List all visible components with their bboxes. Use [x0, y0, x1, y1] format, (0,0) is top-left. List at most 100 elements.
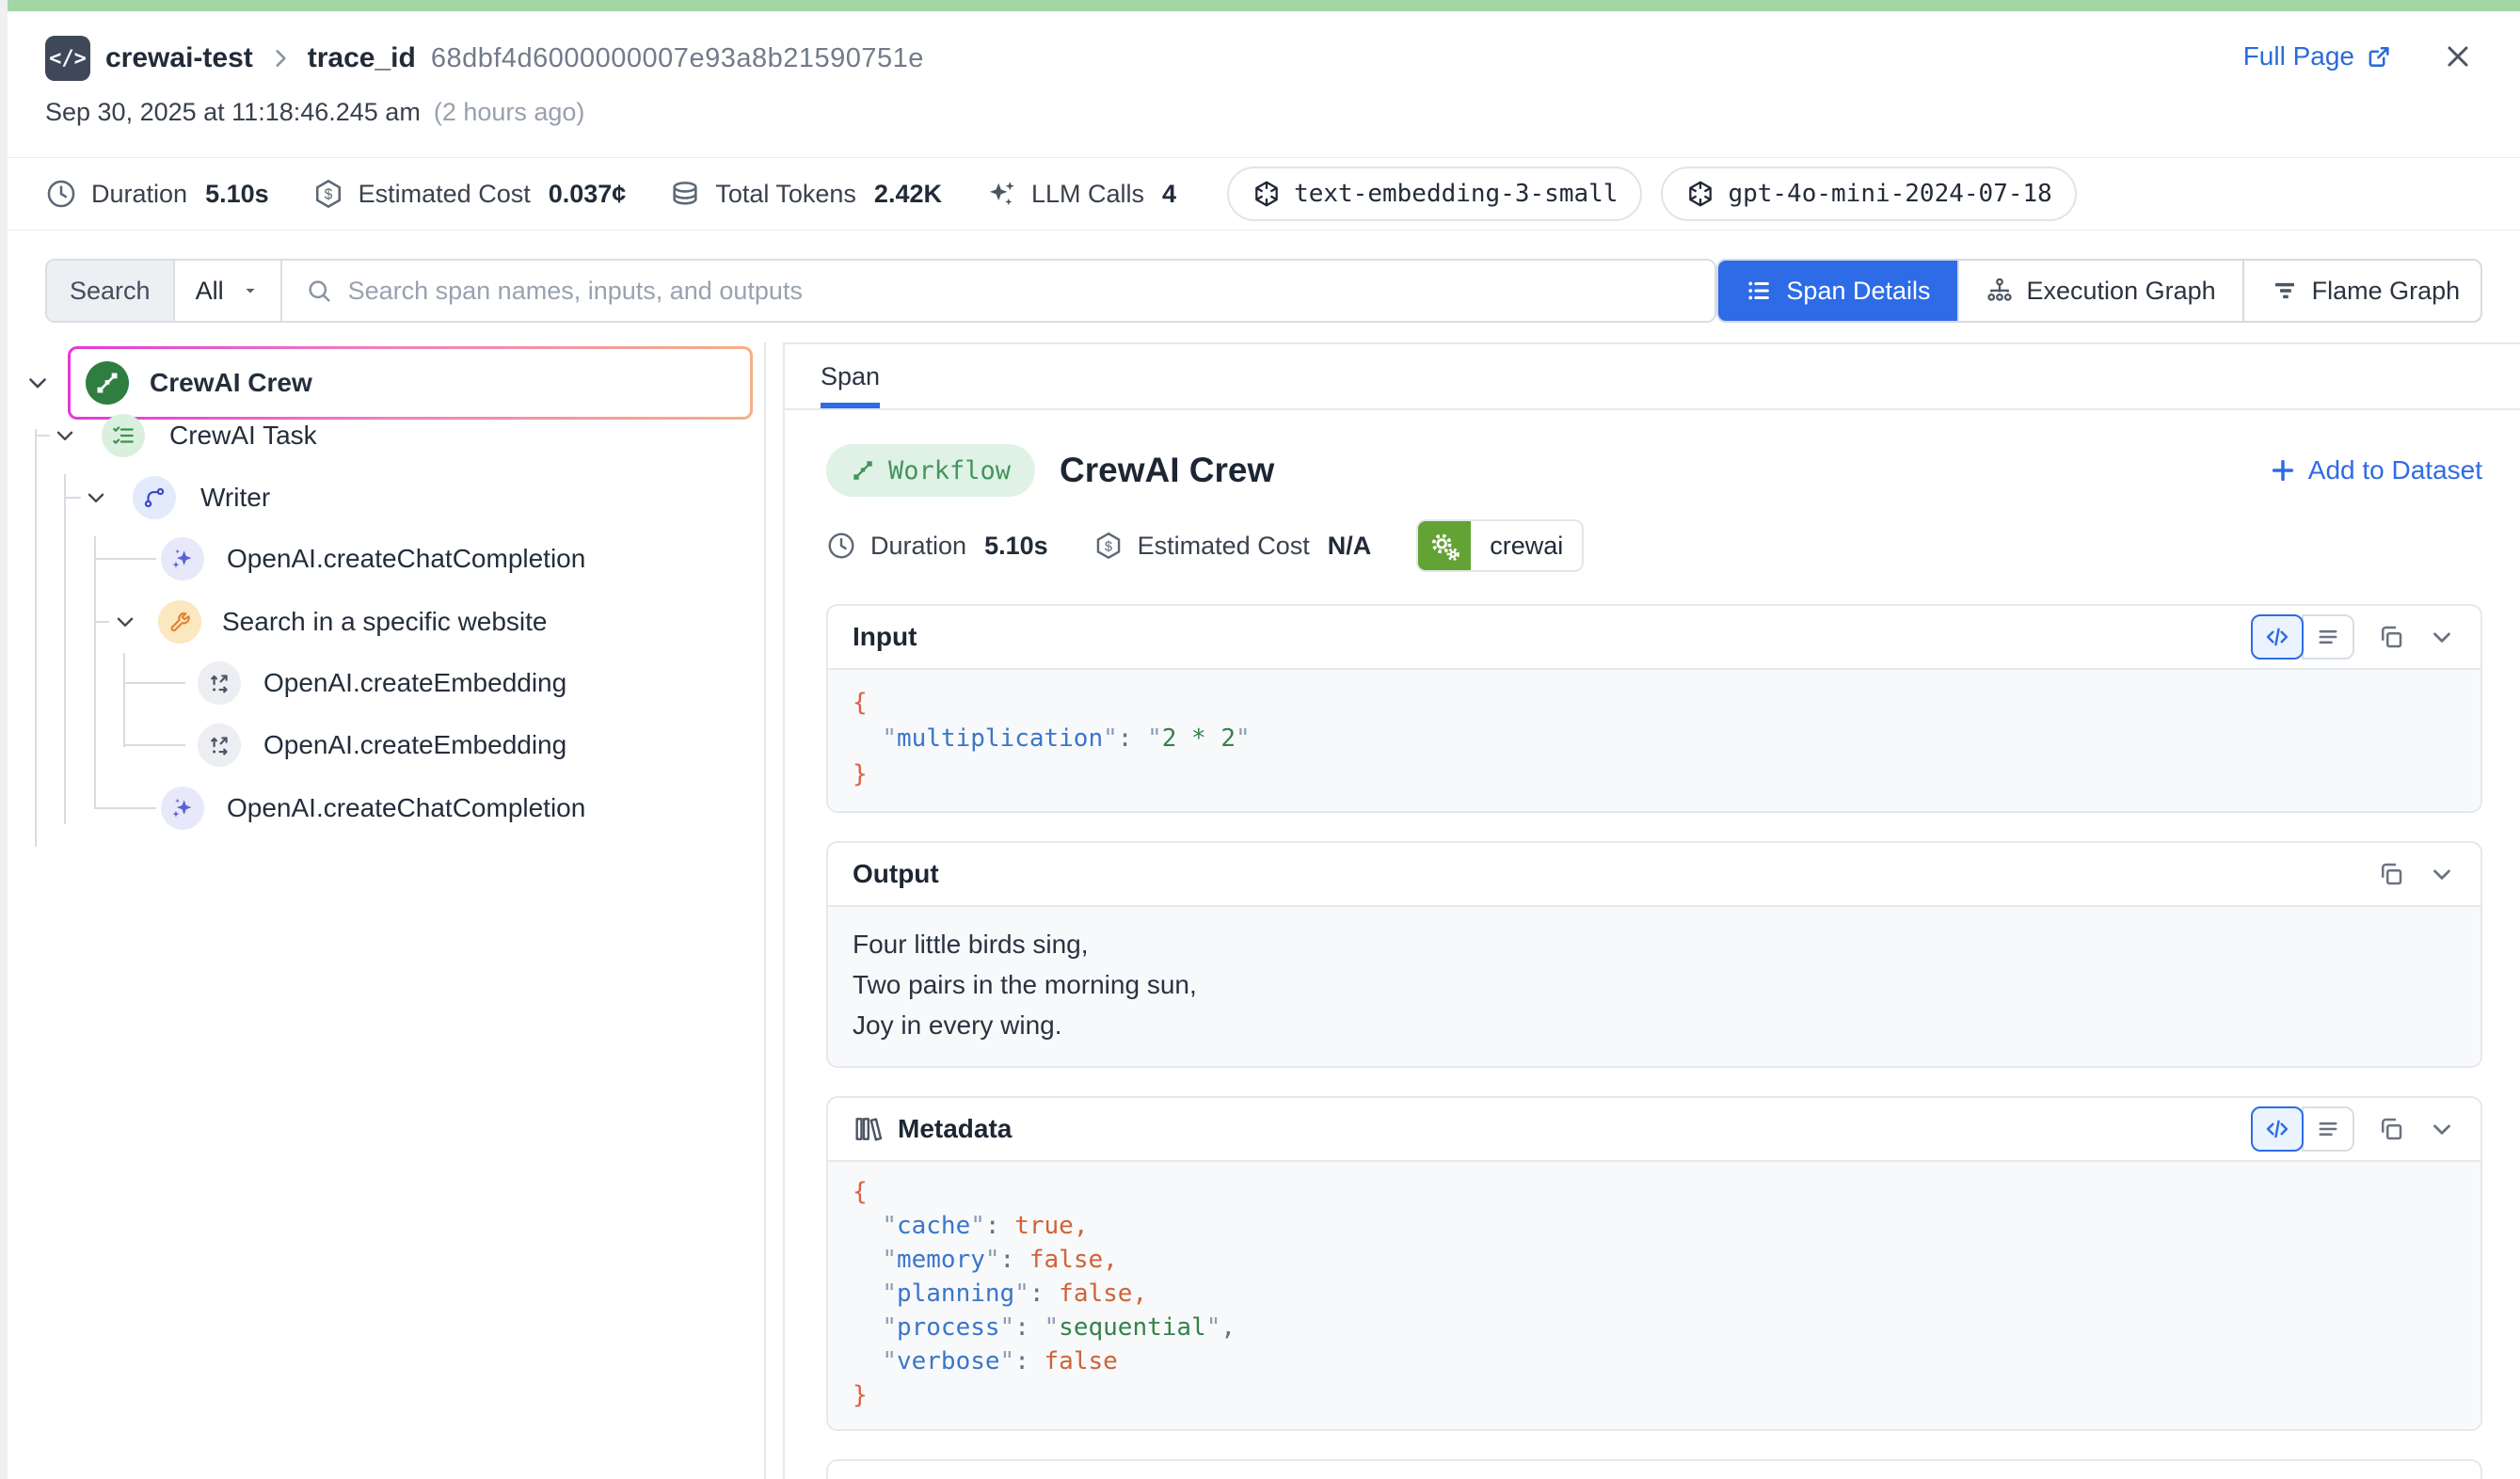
output-title: Output — [853, 859, 939, 889]
sparkle-icon — [985, 178, 1017, 210]
search-filter-dropdown[interactable]: All — [175, 261, 282, 321]
input-json: { "multiplication": "2 * 2"} — [828, 670, 2480, 811]
header: </> crewai-test trace_id 68dbf4d60000000… — [8, 11, 2520, 127]
plus-icon — [2269, 456, 2297, 485]
add-to-dataset-label: Add to Dataset — [2308, 455, 2482, 485]
span-duration-label: Duration — [870, 532, 966, 561]
search-bar: Search All — [45, 259, 1716, 323]
search-label: Search — [47, 261, 175, 321]
clock-icon — [826, 531, 856, 561]
span-title: CrewAI Crew — [1060, 451, 1274, 490]
tree-item-chat-completion-1[interactable]: OpenAI.createChatCompletion — [161, 528, 585, 590]
framework-badge: crewai — [1416, 519, 1584, 572]
tree-item-label: CrewAI Crew — [150, 368, 312, 398]
close-icon[interactable] — [2441, 40, 2475, 73]
tree-item-label: Search in a specific website — [222, 607, 548, 637]
flame-graph-icon — [2271, 277, 2299, 305]
tab-span-details[interactable]: Span Details — [1718, 261, 1956, 321]
trace-id-value: 68dbf4d6000000007e93a8b21590751e — [431, 43, 924, 74]
chevron-down-icon[interactable] — [53, 423, 77, 448]
caret-down-icon — [241, 281, 260, 300]
task-list-icon — [102, 414, 145, 457]
tree-item-label: Writer — [200, 483, 270, 513]
text-view-button[interactable] — [2302, 614, 2354, 660]
svg-text:$: $ — [1105, 539, 1112, 554]
svg-text:$: $ — [324, 187, 332, 203]
timestamp: Sep 30, 2025 at 11:18:46.245 am — [45, 98, 421, 127]
span-duration-value: 5.10s — [984, 532, 1048, 561]
text-view-button[interactable] — [2302, 1106, 2354, 1152]
tab-flame-graph-label: Flame Graph — [2312, 277, 2461, 306]
collapse-chevron-icon[interactable] — [2428, 623, 2456, 651]
model-name: gpt-4o-mini-2024-07-18 — [1728, 180, 2051, 208]
tree-item-writer[interactable]: Writer — [84, 467, 270, 529]
collapse-chevron-icon[interactable] — [2428, 860, 2456, 888]
duration-label: Duration — [91, 180, 187, 209]
graph-icon — [1986, 277, 2014, 305]
tree-item-label: OpenAI.createEmbedding — [263, 730, 566, 760]
span-tree: CrewAI Crew CrewAI Task Writer — [8, 342, 766, 1479]
agent-route-icon — [133, 476, 176, 519]
full-page-label: Full Page — [2243, 41, 2354, 72]
input-title: Input — [853, 622, 917, 652]
span-cost-label: Estimated Cost — [1138, 532, 1310, 561]
openai-logo-icon — [1252, 179, 1282, 209]
tree-item-label: OpenAI.createChatCompletion — [227, 544, 585, 574]
tree-item-chat-completion-2[interactable]: OpenAI.createChatCompletion — [161, 777, 585, 839]
copy-icon[interactable] — [2377, 623, 2405, 651]
tab-execution-graph[interactable]: Execution Graph — [1957, 261, 2242, 321]
search-filter-value: All — [196, 277, 224, 306]
library-icon — [853, 1114, 883, 1144]
chevron-down-icon[interactable] — [84, 485, 108, 510]
workflow-type-label: Workflow — [888, 456, 1011, 485]
view-mode-toggle — [2251, 614, 2354, 660]
copy-icon[interactable] — [2377, 860, 2405, 888]
tab-flame-graph[interactable]: Flame Graph — [2242, 261, 2482, 321]
tree-item-embedding-2[interactable]: OpenAI.createEmbedding — [198, 714, 566, 776]
search-input[interactable] — [348, 277, 1693, 306]
workflow-icon — [851, 458, 875, 483]
workflow-type-badge: Workflow — [826, 444, 1035, 497]
tags-section: Tags — [826, 1459, 2482, 1479]
chevron-down-icon[interactable] — [113, 610, 137, 634]
project-name[interactable]: crewai-test — [105, 42, 253, 74]
code-view-button[interactable] — [2251, 1106, 2304, 1152]
tab-span[interactable]: Span — [821, 344, 880, 408]
sparkles-icon — [161, 787, 204, 830]
collapse-chevron-icon[interactable] — [2428, 1115, 2456, 1143]
full-page-link[interactable]: Full Page — [2243, 41, 2392, 72]
list-icon — [1745, 277, 1773, 305]
metadata-json: { "cache": true, "memory": false, "plann… — [828, 1162, 2480, 1429]
input-section: Input — [826, 604, 2482, 813]
view-mode-toggle — [2251, 1106, 2354, 1152]
workflow-icon — [86, 361, 129, 405]
metric-llm-calls: LLM Calls 4 — [985, 178, 1176, 210]
time-ago: (2 hours ago) — [434, 98, 585, 127]
openai-logo-icon — [1685, 179, 1715, 209]
add-to-dataset-button[interactable]: Add to Dataset — [2269, 455, 2482, 485]
total-tokens-value: 2.42K — [874, 180, 942, 209]
duration-value: 5.10s — [205, 180, 269, 209]
clock-icon — [45, 178, 77, 210]
code-view-button[interactable] — [2251, 614, 2304, 660]
embedding-arrows-icon — [198, 661, 241, 705]
copy-icon[interactable] — [2377, 1115, 2405, 1143]
tree-item-search-tool[interactable]: Search in a specific website — [113, 591, 548, 653]
tree-item-embedding-1[interactable]: OpenAI.createEmbedding — [198, 652, 566, 714]
llm-calls-label: LLM Calls — [1031, 180, 1144, 209]
external-link-icon — [2366, 43, 2392, 70]
tree-item-crewai-task[interactable]: CrewAI Task — [53, 405, 317, 467]
model-badge-gpt: gpt-4o-mini-2024-07-18 — [1661, 167, 2076, 221]
span-estimated-cost: $ Estimated Cost N/A — [1093, 531, 1372, 561]
crewai-gears-icon — [1418, 521, 1471, 570]
tokens-coin-icon — [669, 178, 701, 210]
tree-item-label: OpenAI.createChatCompletion — [227, 793, 585, 823]
tab-execution-graph-label: Execution Graph — [2027, 277, 2216, 306]
tree-item-label: CrewAI Task — [169, 421, 317, 451]
sparkles-icon — [161, 537, 204, 580]
metadata-section: Metadata — [826, 1096, 2482, 1431]
model-badge-embedding: text-embedding-3-small — [1227, 167, 1642, 221]
chevron-down-icon[interactable] — [24, 370, 51, 396]
breadcrumb: </> crewai-test trace_id 68dbf4d60000000… — [45, 36, 2479, 81]
top-banner — [8, 0, 2520, 11]
